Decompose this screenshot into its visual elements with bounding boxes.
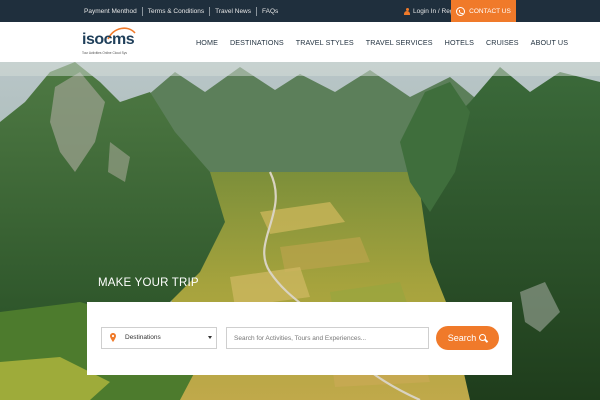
nav-destinations[interactable]: DESTINATIONS [230,38,284,47]
site-header: isocms Tour Activities Online Cloud Sys … [0,22,600,62]
contact-label: CONTACT US [469,7,511,15]
location-pin-icon [110,333,116,342]
terms-link[interactable]: Terms & Conditions [143,8,209,15]
nav-travel-styles[interactable]: TRAVEL STYLES [296,38,354,47]
nav-hotels[interactable]: HOTELS [445,38,474,47]
search-icon [479,334,487,342]
payment-method-link[interactable]: Payment Menthod [84,8,142,15]
destinations-label: Destinations [125,334,161,341]
top-links: Payment Menthod Terms & Conditions Trave… [84,0,283,22]
faqs-link[interactable]: FAQs [257,8,283,15]
search-button[interactable]: Search [436,326,499,350]
search-button-label: Search [447,333,477,343]
user-icon [404,7,410,15]
contact-us-button[interactable]: CONTACT US [451,0,516,22]
trip-search-panel: Destinations Search [87,302,512,375]
nav-about-us[interactable]: ABOUT US [531,38,568,47]
destinations-select[interactable]: Destinations [101,327,217,349]
logo-tagline: Tour Activities Online Cloud Sys [82,51,127,55]
nav-travel-services[interactable]: TRAVEL SERVICES [366,38,433,47]
logo-text: isocms [82,31,135,48]
chevron-down-icon [208,336,212,339]
nav-cruises[interactable]: CRUISES [486,38,519,47]
travel-news-link[interactable]: Travel News [210,8,256,15]
hero-title: MAKE YOUR TRIP [98,277,199,289]
nav-home[interactable]: HOME [196,38,218,47]
search-input[interactable] [226,327,429,349]
main-nav: HOME DESTINATIONS TRAVEL STYLES TRAVEL S… [196,22,568,62]
site-logo[interactable]: isocms Tour Activities Online Cloud Sys [82,27,137,57]
top-utility-bar: Payment Menthod Terms & Conditions Trave… [0,0,600,22]
phone-icon [456,6,466,16]
